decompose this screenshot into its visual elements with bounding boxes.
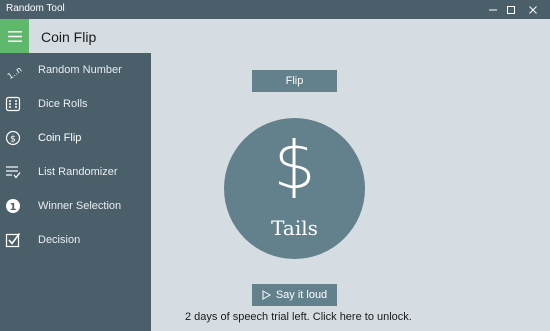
- flip-button[interactable]: Flip: [252, 70, 337, 92]
- hamburger-icon: [7, 30, 22, 42]
- say-it-loud-label: Say it loud: [275, 289, 328, 301]
- hamburger-menu-button[interactable]: [0, 19, 29, 53]
- maximize-icon: [507, 5, 515, 14]
- sidebar-item-label: Coin Flip: [38, 132, 82, 144]
- sidebar-item-label: Winner Selection: [38, 200, 122, 212]
- sidebar-item-list-randomizer[interactable]: List Randomizer: [0, 155, 151, 189]
- sidebar-item-label: Decision: [38, 234, 81, 246]
- window-title: Random Tool: [6, 3, 65, 14]
- trial-text-suffix: to unlock.: [361, 311, 412, 323]
- sidebar-item-label: Random Number: [38, 64, 122, 76]
- svg-text:$: $: [10, 135, 16, 145]
- svg-text:1: 1: [10, 202, 17, 213]
- coin-icon: $: [4, 129, 22, 147]
- main-content: Flip $ Tails Say it loud 2 days of speec…: [151, 53, 550, 331]
- coin-result: Tails: [271, 216, 318, 240]
- say-it-loud-button[interactable]: Say it loud: [252, 284, 337, 306]
- sidebar-item-winner-selection[interactable]: 1 Winner Selection: [0, 189, 151, 223]
- coin-symbol: $: [273, 127, 316, 204]
- sidebar-item-decision[interactable]: Decision: [0, 223, 151, 257]
- sidebar: 1..n Random Number Dice Rolls $ Coin Fli…: [0, 53, 151, 331]
- close-button[interactable]: [516, 0, 550, 19]
- trial-notice: 2 days of speech trial left. Click here …: [185, 311, 412, 323]
- random-number-icon: 1..n: [4, 61, 22, 79]
- title-bar: Random Tool: [0, 0, 550, 19]
- sidebar-item-label: Dice Rolls: [38, 98, 88, 110]
- sidebar-item-dice-rolls[interactable]: Dice Rolls: [0, 87, 151, 121]
- close-icon: [529, 5, 537, 14]
- coin-display: $ Tails: [224, 118, 365, 259]
- play-icon: [262, 290, 271, 300]
- sidebar-item-random-number[interactable]: 1..n Random Number: [0, 53, 151, 87]
- svg-text:1..n: 1..n: [6, 65, 22, 79]
- dice-icon: [4, 95, 22, 113]
- sidebar-item-label: List Randomizer: [38, 166, 118, 178]
- winner-number-icon: 1: [4, 197, 22, 215]
- unlock-link[interactable]: here: [340, 311, 362, 323]
- list-randomizer-icon: [4, 163, 22, 181]
- app-header: Coin Flip: [0, 19, 550, 53]
- page-title: Coin Flip: [41, 29, 97, 45]
- sidebar-item-coin-flip[interactable]: $ Coin Flip: [0, 121, 151, 155]
- checkbox-icon: [4, 231, 22, 249]
- trial-text-prefix: 2 days of speech trial left. Click: [185, 311, 340, 323]
